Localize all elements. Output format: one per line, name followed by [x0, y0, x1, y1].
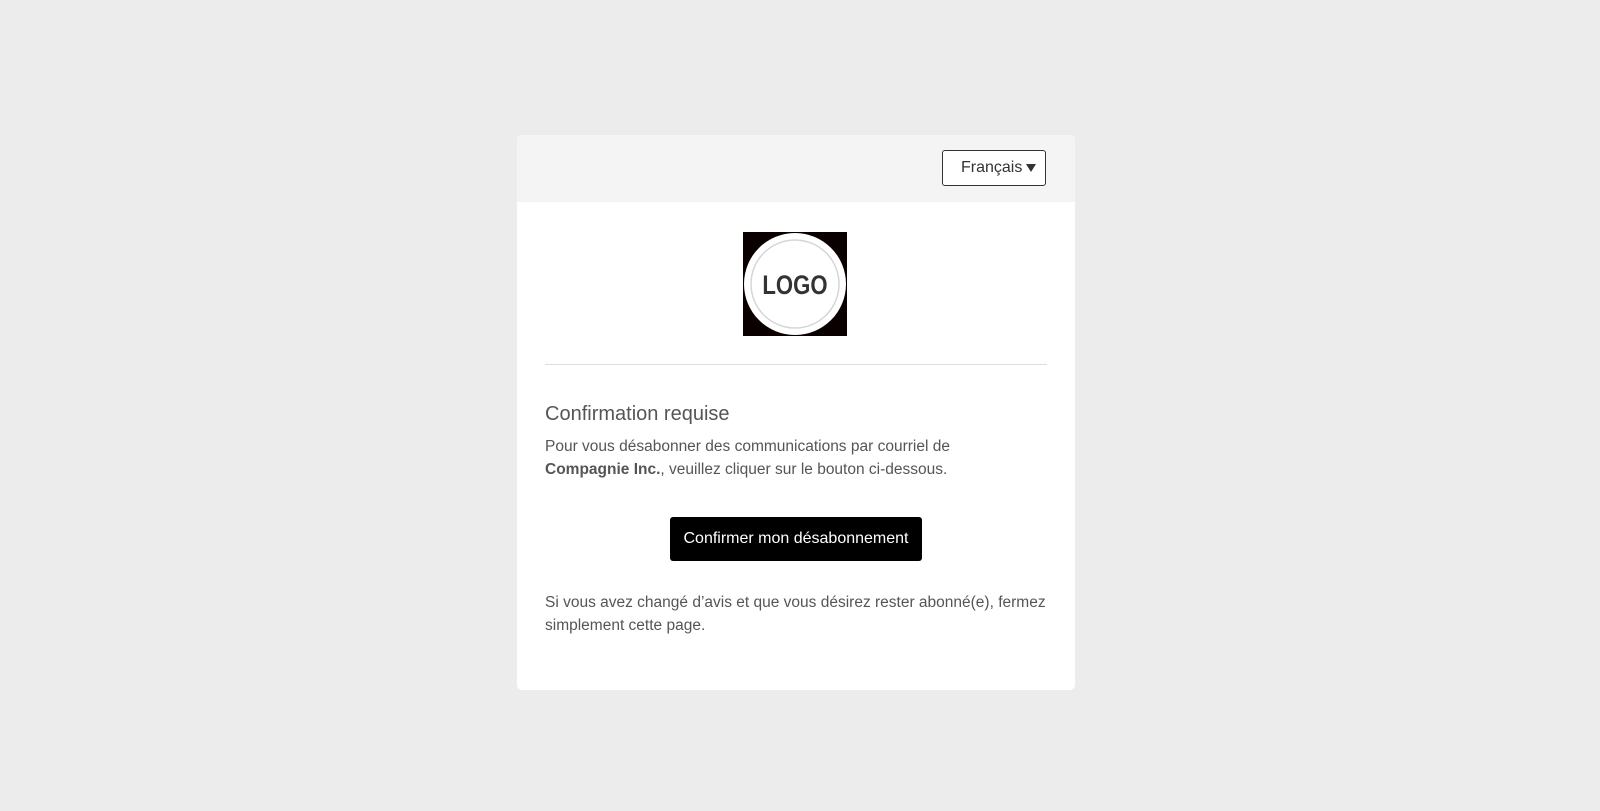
page-title: Confirmation requise	[545, 403, 730, 425]
logo-icon: LOGO	[743, 232, 847, 336]
intro-text-end: , veuillez cliquer sur le bouton ci-dess…	[660, 461, 948, 478]
intro-text-start: Pour vous désabonner des communications …	[545, 438, 950, 455]
card-header: Français	[517, 135, 1075, 202]
language-select[interactable]: Français	[942, 150, 1046, 186]
divider	[545, 364, 1047, 365]
confirm-unsubscribe-button[interactable]: Confirmer mon désabonnement	[670, 517, 922, 561]
svg-text:LOGO: LOGO	[762, 271, 827, 301]
outro-text: Si vous avez changé d’avis et que vous d…	[545, 594, 1046, 634]
company-logo: LOGO	[743, 232, 847, 336]
intro-text: Pour vous désabonner des communications …	[545, 435, 1047, 481]
language-select-value: Français	[961, 159, 1023, 176]
chevron-down-icon	[1026, 164, 1036, 172]
company-name: Compagnie Inc.	[545, 461, 661, 478]
unsubscribe-card: Français LOGO Confirmation requise Pour …	[517, 135, 1075, 690]
